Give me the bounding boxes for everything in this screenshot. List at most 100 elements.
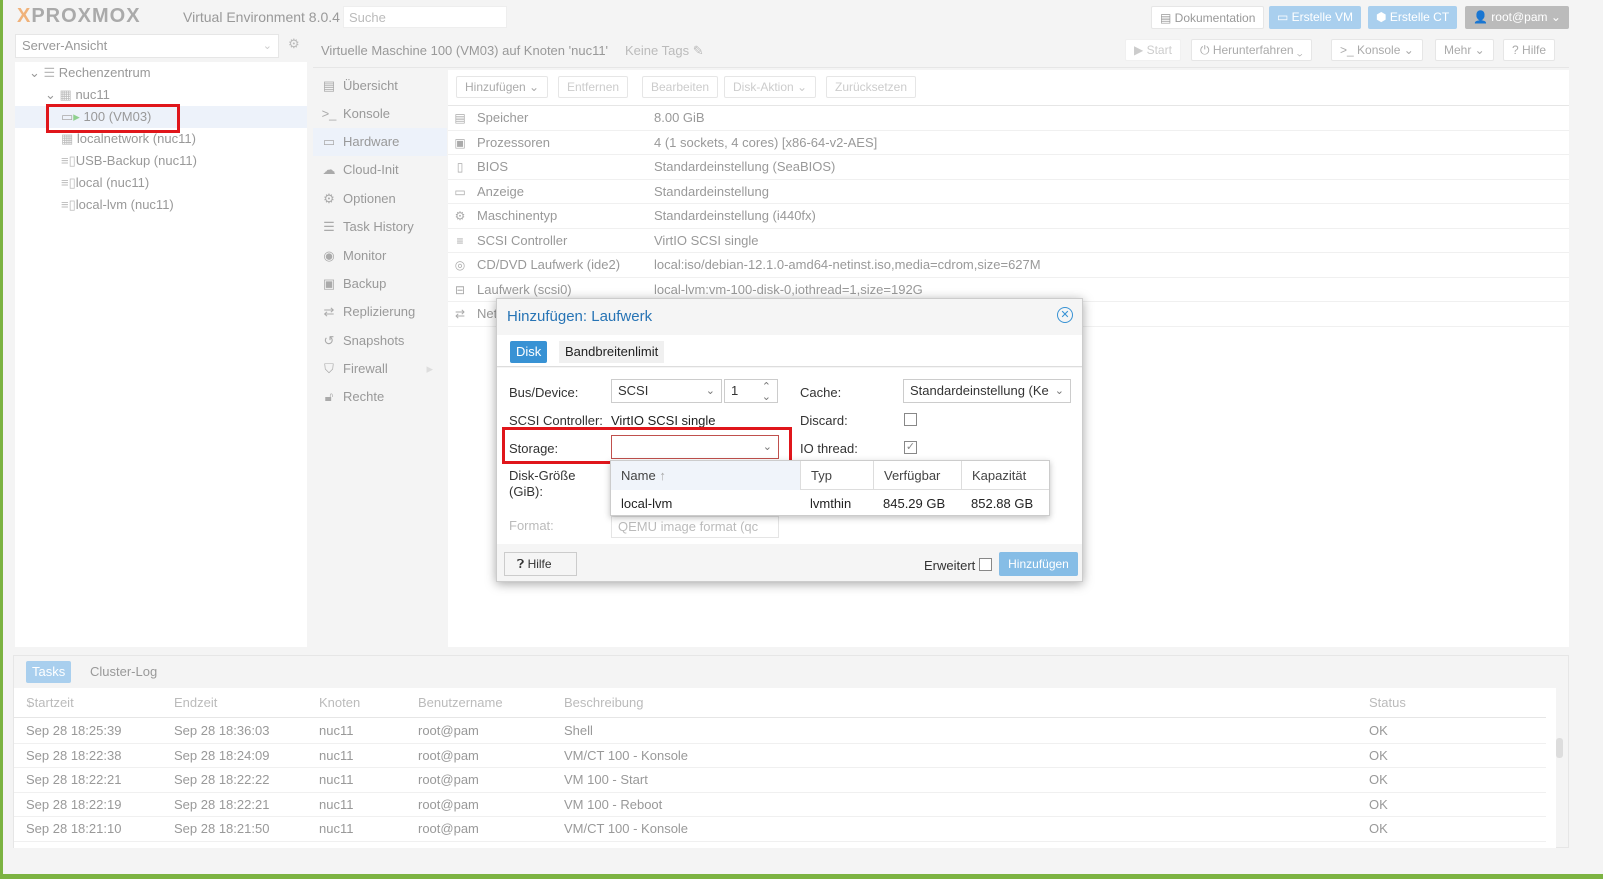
column-header[interactable]: Benutzername [418, 688, 503, 718]
monitor-icon: ▭ [322, 134, 336, 149]
nav-item-overview[interactable]: ▤ Übersicht [313, 72, 447, 100]
remove-button[interactable]: Entfernen [558, 76, 629, 98]
nav-item-hardware[interactable]: ▭ Hardware [313, 128, 447, 156]
column-header[interactable]: Status [1369, 688, 1406, 718]
user-menu[interactable]: 👤 root@pam ⌄ [1465, 6, 1569, 29]
spinner-icon[interactable]: ⌃ ⌄ [762, 382, 771, 403]
nav-item-permissions[interactable]: 🔓︎ Rechte [313, 383, 447, 411]
tree-settings-icon[interactable]: ⚙ [288, 36, 300, 52]
column-header-available[interactable]: Verfügbar [873, 461, 961, 490]
column-header-capacity[interactable]: Kapazität [961, 461, 1049, 490]
nav-item-cloud-init[interactable]: ☁ Cloud-Init [313, 156, 447, 184]
start-button[interactable]: ▶ Start [1125, 39, 1181, 61]
table-header: Startzeit ↓ Endzeit Knoten Benutzername … [14, 688, 1546, 718]
advanced-checkbox[interactable] [979, 558, 992, 571]
close-icon[interactable]: ✕ [1057, 307, 1073, 323]
tree-item-datacenter[interactable]: ⌄ ☰ Rechenzentrum [15, 62, 307, 84]
nav-item-task-history[interactable]: ☰ Task History [313, 213, 447, 241]
hardware-key: Maschinentyp [477, 208, 558, 223]
search-input[interactable] [343, 6, 507, 28]
nav-item-options[interactable]: ⚙ Optionen [313, 185, 447, 213]
more-button[interactable]: Mehr ⌄ [1435, 39, 1494, 61]
hardware-row[interactable]: ▣ Prozessoren 4 (1 sockets, 4 cores) [x86-… [448, 131, 1569, 155]
storage-icon: ≡▯ [61, 175, 76, 190]
database-icon: ≡ [456, 233, 464, 248]
discard-checkbox[interactable] [904, 413, 917, 426]
node-icon: ▦ [59, 87, 72, 102]
hardware-row[interactable]: ▯ BIOS Standardeinstellung (SeaBIOS) [448, 155, 1569, 180]
datacenter-icon: ☰ [43, 65, 56, 80]
tab-tasks[interactable]: Tasks [26, 661, 72, 683]
chevron-down-icon: ⌄ [1054, 385, 1064, 397]
help-button[interactable]: ❓︎ Hilfe [504, 552, 577, 576]
nav-item-snapshots[interactable]: ↺ Snapshots [313, 327, 447, 355]
column-header[interactable]: Knoten [319, 688, 360, 718]
bus-select[interactable]: SCSI ⌄ [611, 379, 722, 403]
hardware-key: SCSI Controller [477, 232, 568, 248]
tree-item-node[interactable]: ⌄ ▦ nuc11 [15, 84, 307, 106]
cache-select[interactable]: Standardeinstellung (Ke ⌄ [903, 379, 1071, 403]
controller-label: SCSI Controller: [509, 413, 603, 428]
nav-item-replication[interactable]: ⇄ Replizierung [313, 298, 447, 326]
tree-item-storage[interactable]: ≡▯local-lvm (nuc11) [15, 194, 174, 216]
console-button[interactable]: >_ Konsole ⌄ [1331, 39, 1423, 61]
documentation-button[interactable]: ▤ Dokumentation [1151, 6, 1265, 29]
tree-item-storage[interactable]: ≡▯local (nuc11) [15, 172, 149, 194]
tree-item-network[interactable]: ▦ localnetwork (nuc11) [15, 128, 196, 150]
help-button[interactable]: ? Hilfe [1503, 39, 1556, 61]
column-header-type[interactable]: Typ [800, 461, 873, 490]
column-header-name[interactable]: Name ↑ [611, 461, 800, 490]
chevron-down-icon: ⌄ [705, 385, 715, 397]
nav-item-console[interactable]: >_ Konsole [313, 100, 447, 128]
iothread-label: IO thread: [800, 441, 858, 456]
storage-type: lvmthin [810, 496, 852, 511]
tree-item-storage[interactable]: ≡▯USB-Backup (nuc11) [15, 150, 197, 172]
tree-item-vm[interactable]: ▭▸ 100 (VM03) [15, 106, 307, 128]
view-selector[interactable]: Server-Ansicht ⌄ [15, 34, 279, 58]
tab-cluster-log[interactable]: Cluster-Log [90, 661, 157, 683]
scrollbar[interactable] [1554, 722, 1564, 842]
hardware-row[interactable]: ◎ CD/DVD Laufwerk (ide2) local:iso/debian-… [448, 253, 1569, 278]
table-row[interactable]: Sep 28 18:22:19 Sep 28 18:22:21 nuc11 root@… [14, 793, 1546, 817]
column-header[interactable]: Beschreibung [564, 688, 644, 718]
hardware-row[interactable]: ⚙ Maschinentyp Standardeinstellung (i440fx… [448, 204, 1569, 229]
create-ct-button[interactable]: ⬢ Erstelle CT [1368, 6, 1458, 29]
create-vm-button[interactable]: ▭ Erstelle VM [1269, 6, 1362, 29]
nav-item-firewall[interactable]: ⛉ Firewall ▸ [313, 355, 447, 383]
hardware-row[interactable]: ▤ Speicher 8.00 GiB [448, 106, 1569, 131]
table-cell: nuc11 [319, 796, 354, 812]
table-cell: VM 100 - Reboot [564, 796, 663, 812]
nav-item-backup[interactable]: ▣ Backup [313, 270, 447, 298]
table-row[interactable]: Sep 28 18:21:10 Sep 28 18:21:50 nuc11 root@… [14, 817, 1546, 842]
table-cell: VM 100 - Start [564, 772, 648, 787]
tab-disk[interactable]: Disk [510, 341, 548, 363]
disk-action-button[interactable]: Disk-Aktion ⌄ [724, 76, 817, 98]
storage-option-row[interactable]: local-lvm lvmthin 845.29 GB 852.88 GB [611, 491, 1049, 516]
table-row[interactable]: Sep 28 18:22:38 Sep 28 18:24:09 nuc11 root@… [14, 744, 1546, 768]
hardware-row[interactable]: ▭ Anzeige Standardeinstellung [448, 180, 1569, 204]
hardware-value: local:iso/debian-12.1.0-amd64-netinst.is… [654, 257, 1041, 272]
tab-bandwidth[interactable]: Bandbreitenlimit [559, 341, 665, 363]
tags-edit[interactable]: Keine Tags ✎ [625, 43, 704, 59]
bus-label: Bus/Device: [509, 385, 579, 400]
hardware-value: Standardeinstellung (SeaBIOS) [654, 159, 836, 174]
controller-value: VirtIO SCSI single [611, 413, 716, 428]
reset-button[interactable]: Zurücksetzen [826, 76, 917, 98]
shutdown-button[interactable]: ⏻ Herunterfahren ⌄ [1191, 39, 1312, 61]
format-select[interactable]: QEMU image format (qc [611, 516, 779, 538]
column-header[interactable]: Startzeit ↓ [26, 688, 74, 718]
nav-item-monitor[interactable]: ◉ Monitor [313, 242, 447, 270]
storage-select[interactable]: ⌄ [611, 435, 779, 459]
submit-button[interactable]: Hinzufügen [999, 552, 1078, 576]
column-header[interactable]: Endzeit [174, 688, 217, 718]
add-button[interactable]: Hinzufügen ⌄ [456, 76, 549, 98]
table-row[interactable]: Sep 28 18:22:21 Sep 28 18:22:22 nuc11 root@… [14, 768, 1546, 793]
table-cell: VM/CT 100 - Konsole [564, 821, 689, 836]
size-label: Disk-Größe (GiB): [509, 468, 576, 499]
iothread-checkbox[interactable]: ✓ [904, 441, 917, 454]
hardware-row[interactable]: ≡ SCSI Controller VirtIO SCSI single [448, 229, 1569, 253]
table-row[interactable]: Sep 28 18:25:39 Sep 28 18:36:03 nuc11 root@… [14, 719, 1546, 744]
edit-button[interactable]: Bearbeiten [642, 76, 719, 98]
table-cell: root@pam [418, 796, 479, 812]
device-number-stepper[interactable]: 1 ⌃ ⌄ [724, 379, 778, 403]
